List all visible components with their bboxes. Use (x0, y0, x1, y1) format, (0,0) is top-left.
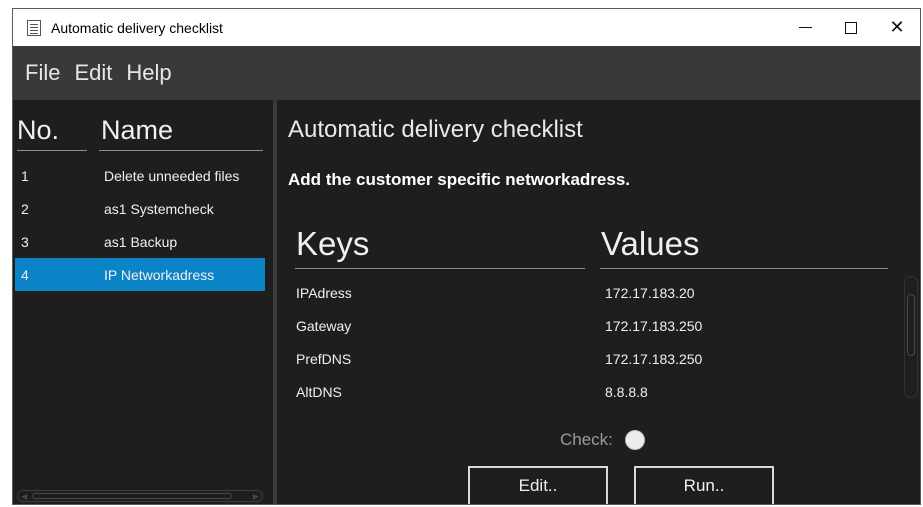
minimize-button[interactable] (782, 9, 828, 46)
list-item[interactable]: 1 Delete unneeded files (15, 159, 265, 192)
maximize-icon (845, 21, 857, 34)
check-label: Check: (560, 430, 613, 449)
key-cell: AltDNS (296, 383, 342, 400)
column-header-name[interactable]: Name (101, 115, 173, 146)
table-row[interactable]: Gateway 172.17.183.250 (295, 309, 895, 342)
minimize-icon (798, 27, 812, 28)
value-cell: 172.17.183.250 (605, 317, 703, 334)
key-value-table: IPAdress 172.17.183.20 Gateway 172.17.18… (295, 276, 895, 408)
menu-bar: File Edit Help (13, 46, 920, 100)
header-divider (295, 268, 585, 269)
close-button[interactable]: ✕ (874, 9, 920, 46)
title-bar[interactable]: Automatic delivery checklist ✕ (13, 9, 920, 46)
item-name: as1 Backup (104, 233, 178, 250)
header-divider (600, 268, 888, 269)
item-name: Delete unneeded files (104, 167, 240, 184)
status-indicator-icon (624, 430, 645, 450)
item-name: IP Networkadress (104, 266, 215, 283)
key-cell: Gateway (296, 317, 352, 334)
close-icon: ✕ (889, 17, 905, 38)
list-item-selected[interactable]: 4 IP Networkadress (15, 258, 265, 291)
horizontal-scrollbar[interactable]: ◀ ▶ (17, 490, 263, 502)
app-window: Automatic delivery checklist ✕ File Edit… (12, 8, 921, 505)
menu-edit[interactable]: Edit (74, 60, 112, 86)
list-item[interactable]: 2 as1 Systemcheck (15, 192, 265, 225)
column-header-keys[interactable]: Keys (296, 225, 369, 263)
checklist-sidebar: No. Name 1 Delete unneeded files 2 as1 S… (13, 100, 273, 504)
menu-file[interactable]: File (25, 60, 60, 86)
scroll-right-icon[interactable]: ▶ (253, 492, 259, 501)
window-controls: ✕ (782, 9, 920, 46)
run-button[interactable]: Run.. (634, 466, 774, 504)
document-icon (26, 19, 44, 37)
header-divider (99, 150, 263, 151)
item-name: as1 Systemcheck (104, 200, 214, 217)
menu-help[interactable]: Help (126, 60, 171, 86)
table-row[interactable]: IPAdress 172.17.183.20 (295, 276, 895, 309)
value-cell: 172.17.183.250 (605, 350, 703, 367)
key-cell: PrefDNS (296, 350, 352, 367)
item-number: 3 (21, 233, 29, 250)
scrollbar-thumb[interactable] (907, 294, 915, 356)
checklist-list: 1 Delete unneeded files 2 as1 Systemchec… (15, 159, 265, 291)
key-cell: IPAdress (296, 284, 352, 301)
maximize-button[interactable] (828, 9, 874, 46)
item-number: 2 (21, 200, 29, 217)
header-divider (17, 150, 87, 151)
value-cell: 8.8.8.8 (605, 383, 648, 400)
check-status: Check: (560, 430, 645, 450)
vertical-scrollbar[interactable] (904, 276, 918, 398)
item-number: 4 (21, 266, 29, 283)
scrollbar-thumb[interactable] (32, 493, 232, 499)
window-title: Automatic delivery checklist (51, 19, 223, 36)
item-number: 1 (21, 167, 29, 184)
column-header-no[interactable]: No. (17, 115, 59, 146)
column-header-values[interactable]: Values (601, 225, 699, 263)
detail-pane: Automatic delivery checklist Add the cus… (277, 100, 920, 504)
step-description: Add the customer specific networkadress. (288, 170, 630, 189)
list-item[interactable]: 3 as1 Backup (15, 225, 265, 258)
table-row[interactable]: PrefDNS 172.17.183.250 (295, 342, 895, 375)
scroll-left-icon[interactable]: ◀ (21, 492, 27, 501)
page-title: Automatic delivery checklist (288, 116, 583, 143)
table-row[interactable]: AltDNS 8.8.8.8 (295, 375, 895, 408)
edit-button[interactable]: Edit.. (468, 466, 608, 504)
value-cell: 172.17.183.20 (605, 284, 695, 301)
